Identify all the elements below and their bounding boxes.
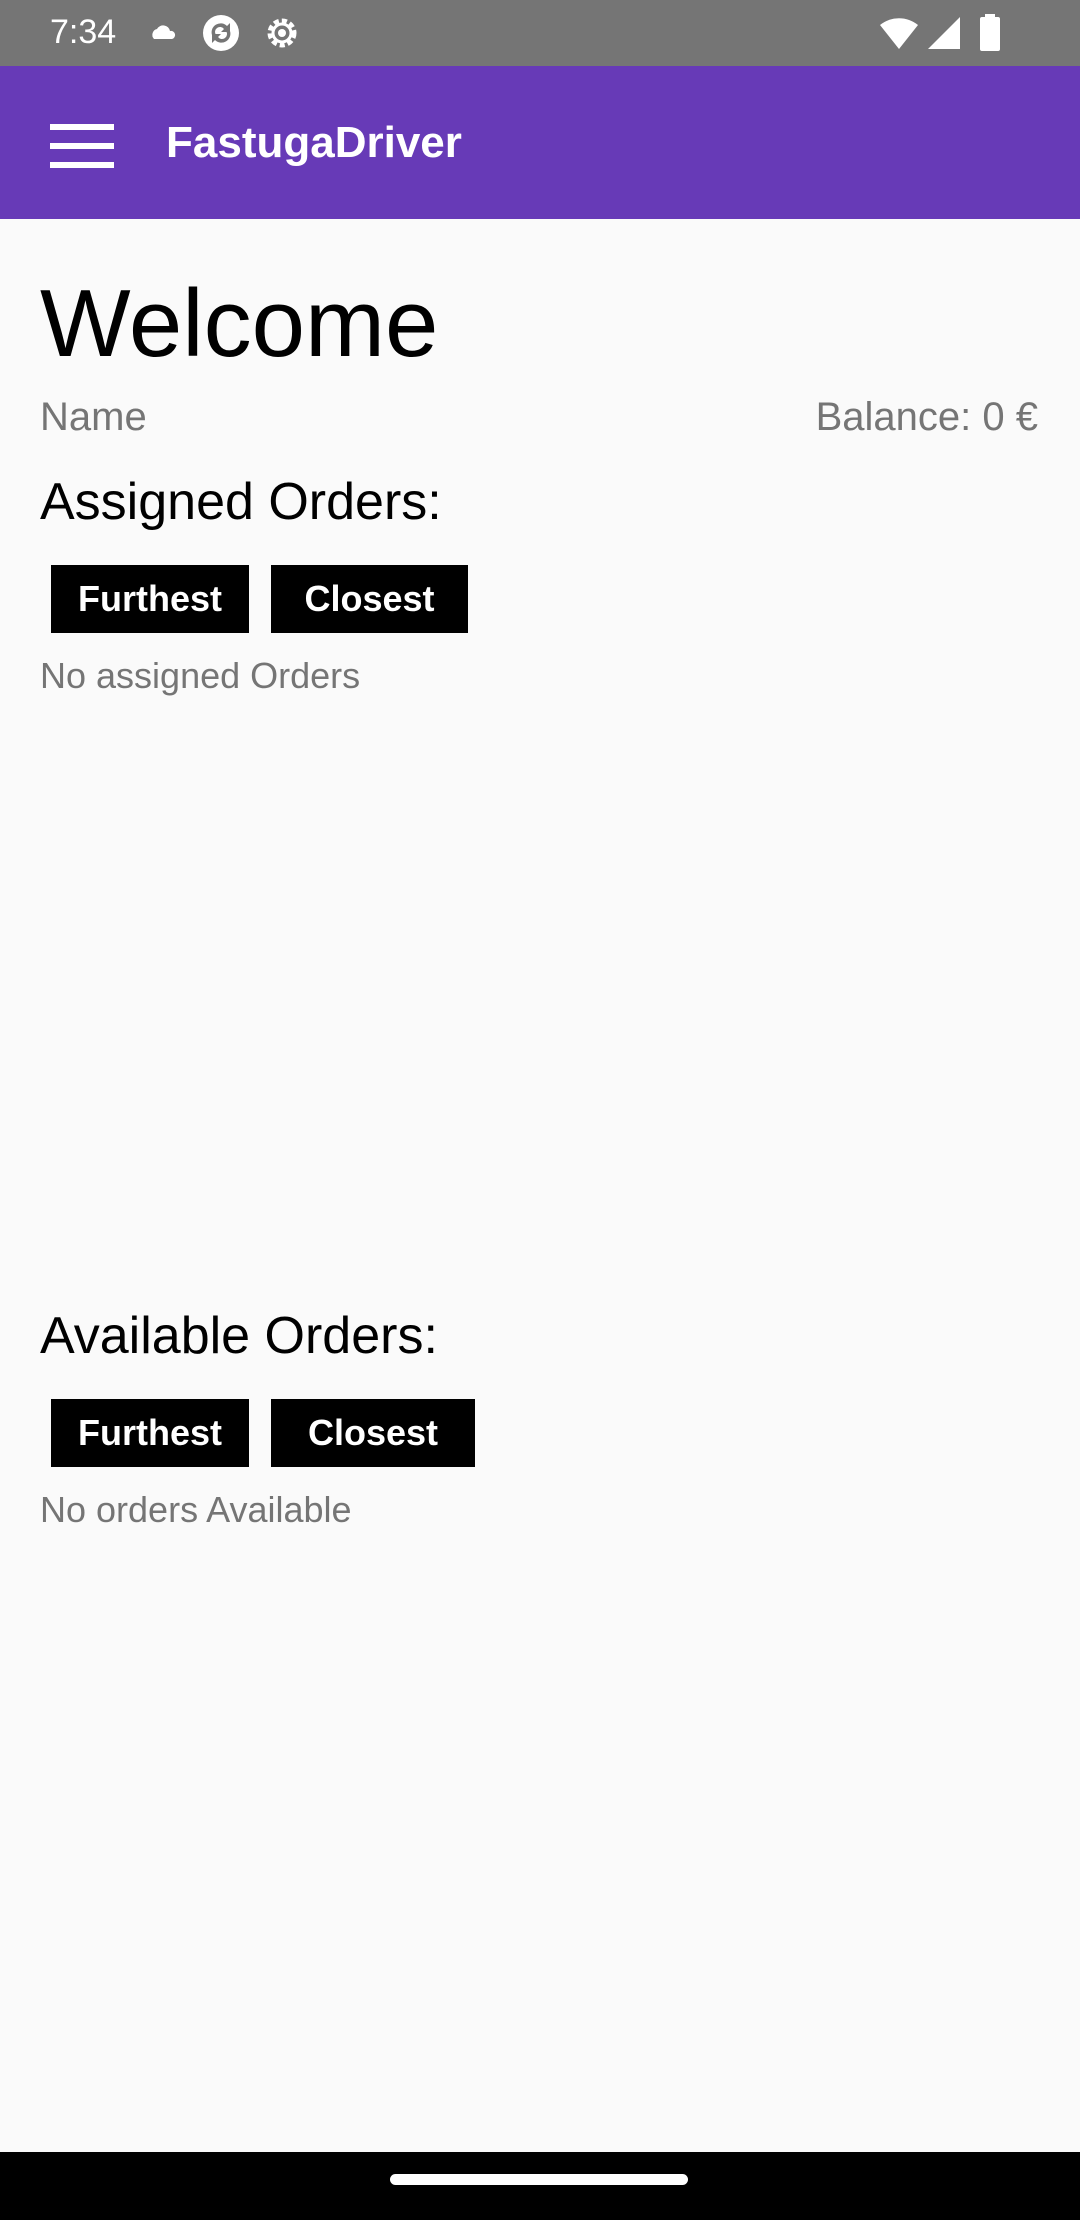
assigned-orders-empty-message: No assigned Orders: [40, 655, 361, 696]
hamburger-menu-icon: [50, 123, 114, 173]
battery-icon: [978, 13, 1002, 58]
settings-gear-icon: [262, 13, 302, 58]
app-title: FastugaDriver: [166, 118, 462, 167]
driver-name-label: Name: [40, 395, 147, 439]
available-sort-furthest-button[interactable]: Furthest: [51, 1399, 249, 1467]
cloud-icon: [150, 13, 176, 58]
welcome-heading: Welcome: [40, 270, 439, 377]
available-orders-empty-message: No orders Available: [40, 1489, 352, 1530]
assigned-sort-closest-button[interactable]: Closest: [271, 565, 468, 633]
status-time: 7:34: [50, 13, 117, 51]
assigned-sort-furthest-button[interactable]: Furthest: [51, 565, 249, 633]
app-bar: FastugaDriver: [0, 66, 1080, 219]
sync-icon: [200, 13, 242, 58]
wifi-icon: [878, 13, 920, 58]
system-nav-bar: [0, 2152, 1080, 2220]
balance-label: Balance: 0 €: [815, 395, 1038, 439]
menu-button[interactable]: [30, 96, 134, 200]
assigned-orders-title: Assigned Orders:: [40, 473, 442, 531]
cell-signal-icon: [926, 13, 962, 58]
available-sort-closest-button[interactable]: Closest: [271, 1399, 475, 1467]
home-gesture-handle[interactable]: [390, 2174, 688, 2185]
status-bar: 7:34: [0, 0, 1080, 66]
available-orders-title: Available Orders:: [40, 1307, 438, 1365]
